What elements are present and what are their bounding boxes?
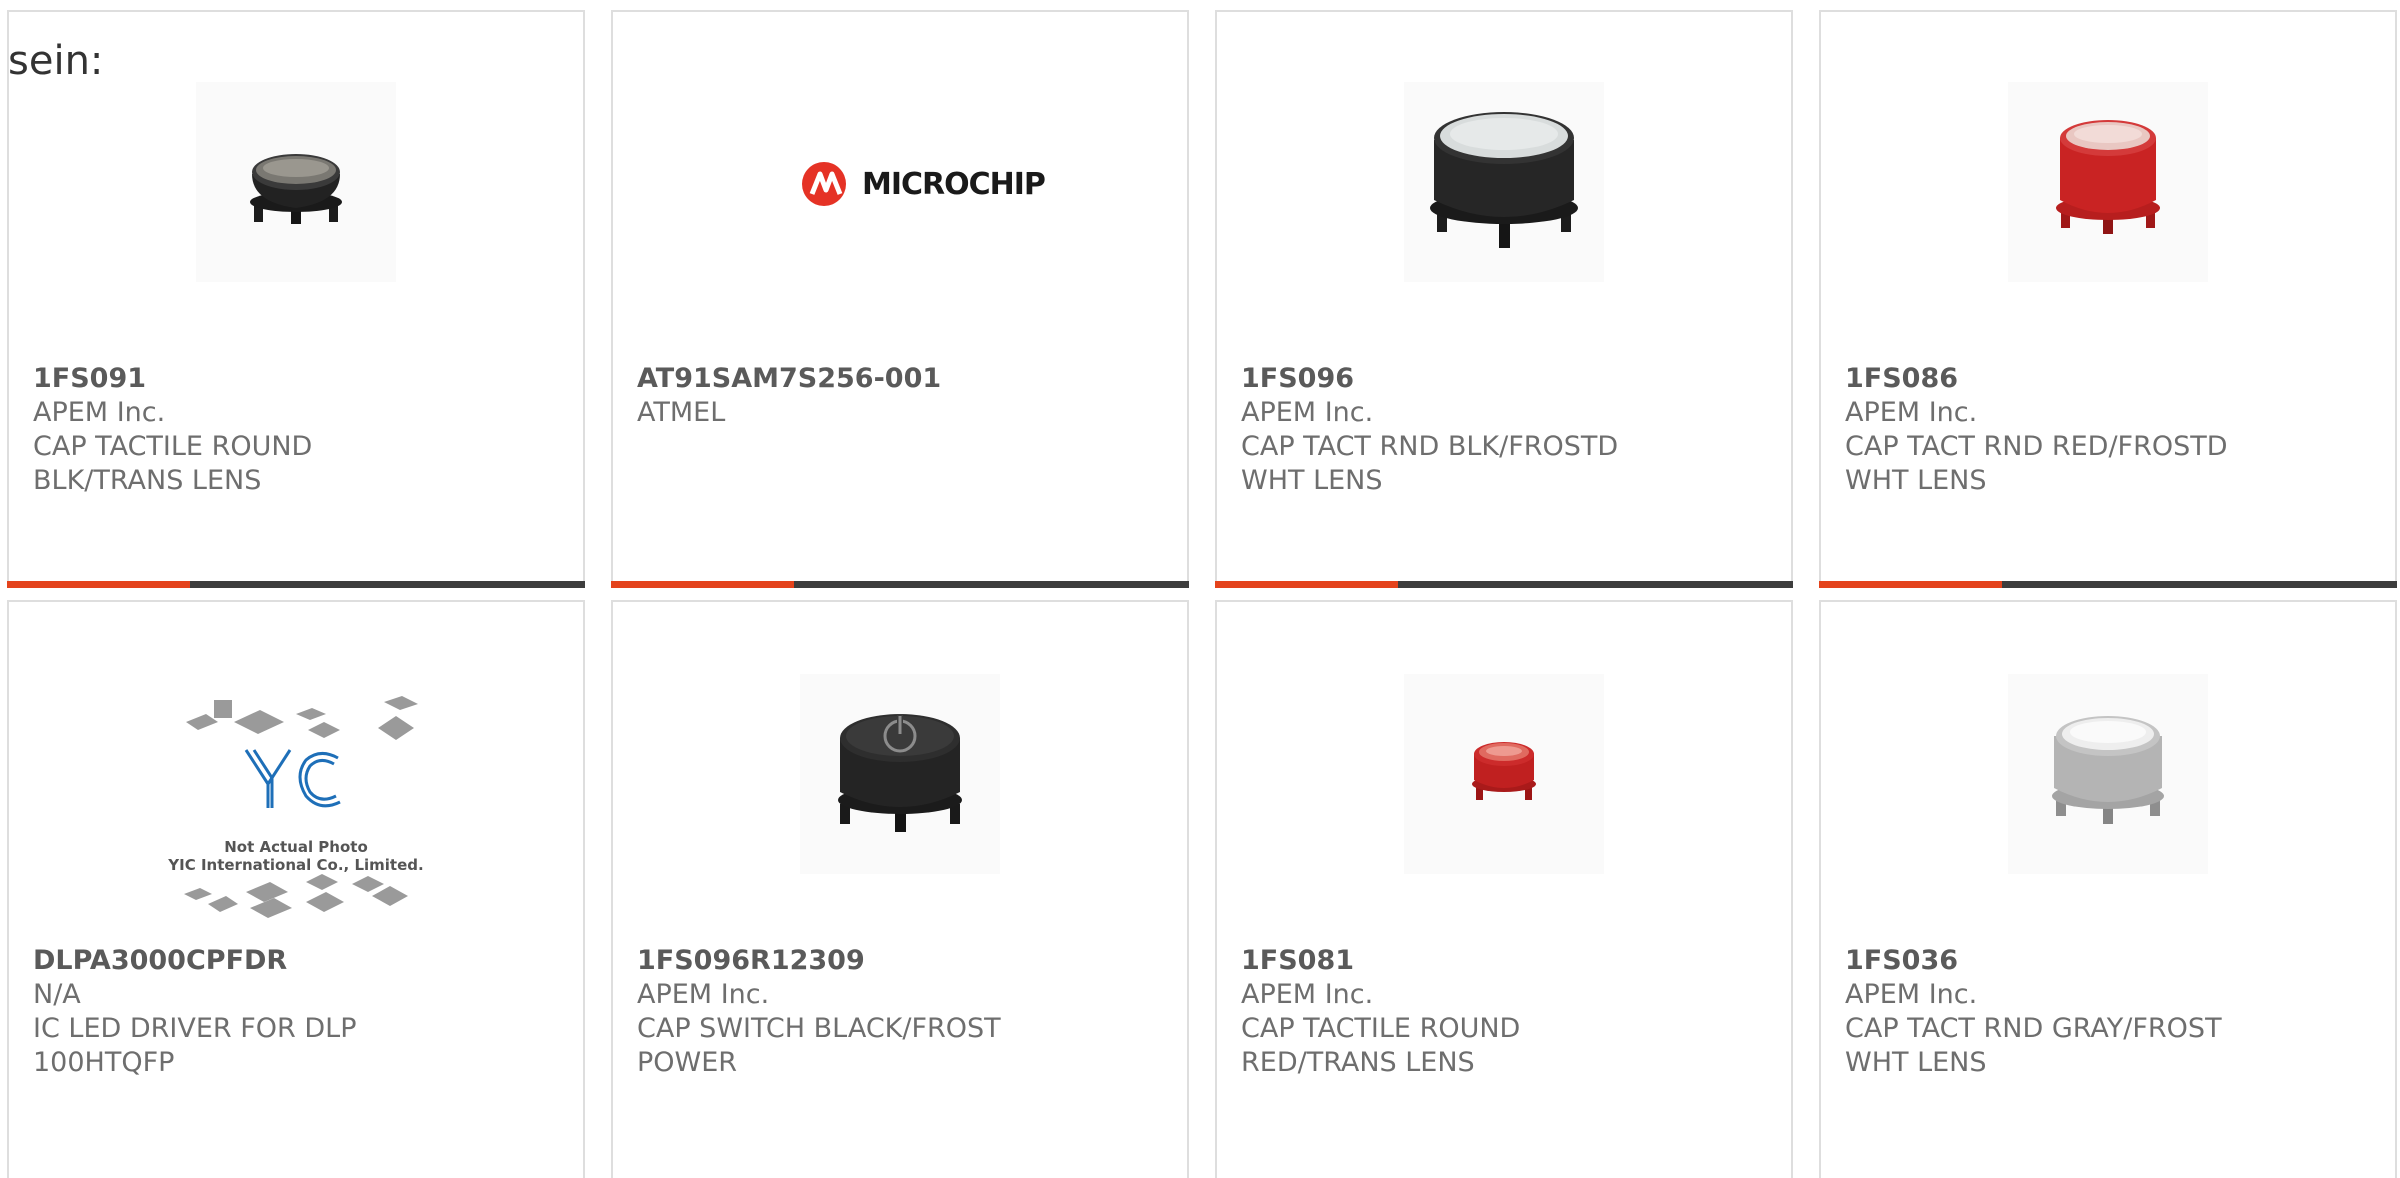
lead-text: sein:: [8, 38, 104, 84]
manufacturer: APEM Inc.: [1241, 979, 1374, 1010]
manufacturer: APEM Inc.: [637, 979, 770, 1010]
red-transparent-cap-icon: [1472, 742, 1536, 800]
part-number-link[interactable]: 1FS096: [1241, 362, 1767, 396]
product-image[interactable]: [196, 82, 396, 282]
card-bar: [1215, 581, 1793, 588]
part-number-link[interactable]: AT91SAM7S256-001: [637, 362, 1163, 396]
card-bar: [7, 581, 585, 588]
card-bar: [1819, 581, 2397, 588]
photo-caption: Not Actual Photo: [224, 838, 368, 856]
product-card[interactable]: 1FS081 APEM Inc. CAP TACTILE ROUND RED/T…: [1215, 600, 1793, 1178]
part-number-link[interactable]: 1FS091: [33, 362, 559, 396]
black-power-cap-icon: [838, 714, 962, 832]
photo-caption-company: YIC International Co., Limited.: [168, 856, 424, 874]
description: CAP TACTILE ROUND RED/TRANS LENS: [1241, 1013, 1521, 1078]
black-transparent-cap-icon: [250, 154, 342, 224]
manufacturer: N/A: [33, 979, 81, 1010]
description: IC LED DRIVER FOR DLP 100HTQFP: [33, 1013, 357, 1078]
microchip-logo-text: MICROCHIP: [862, 167, 1046, 202]
product-card[interactable]: 1FS086 APEM Inc. CAP TACT RND RED/FROSTD…: [1819, 10, 2397, 588]
product-card[interactable]: Not Actual Photo YIC International Co., …: [7, 600, 585, 1178]
product-image[interactable]: [1404, 674, 1604, 874]
manufacturer: APEM Inc.: [1241, 397, 1374, 428]
manufacturer: APEM Inc.: [1845, 979, 1978, 1010]
description: CAP TACT RND GRAY/FROST WHT LENS: [1845, 1013, 2222, 1078]
part-number-link[interactable]: 1FS081: [1241, 944, 1767, 978]
black-white-cap-icon: [1430, 112, 1578, 248]
gray-white-cap-icon: [2052, 716, 2164, 824]
product-card[interactable]: 1FS096R12309 APEM Inc. CAP SWITCH BLACK/…: [611, 600, 1189, 1178]
manufacturer: APEM Inc.: [33, 397, 166, 428]
red-white-cap-icon: [2056, 120, 2160, 234]
product-card[interactable]: 1FS096 APEM Inc. CAP TACT RND BLK/FROSTD…: [1215, 10, 1793, 588]
part-number-link[interactable]: DLPA3000CPFDR: [33, 944, 559, 978]
not-actual-photo-icon: [184, 696, 418, 918]
part-number-link[interactable]: 1FS096R12309: [637, 944, 1163, 978]
part-number-link[interactable]: 1FS036: [1845, 944, 2371, 978]
description: CAP TACT RND BLK/FROSTD WHT LENS: [1241, 431, 1619, 496]
description: CAP TACTILE ROUND BLK/TRANS LENS: [33, 431, 313, 496]
product-card[interactable]: 1FS036 APEM Inc. CAP TACT RND GRAY/FROST…: [1819, 600, 2397, 1178]
product-image[interactable]: MICROCHIP: [800, 82, 1046, 282]
manufacturer: APEM Inc.: [1845, 397, 1978, 428]
product-image[interactable]: [1404, 82, 1604, 282]
manufacturer: ATMEL: [637, 397, 726, 428]
part-number-link[interactable]: 1FS086: [1845, 362, 2371, 396]
description: CAP TACT RND RED/FROSTD WHT LENS: [1845, 431, 2228, 496]
product-image[interactable]: [800, 674, 1000, 874]
card-bar: [611, 581, 1189, 588]
product-image[interactable]: [2008, 674, 2208, 874]
product-card[interactable]: MICROCHIP AT91SAM7S256-001 ATMEL: [611, 10, 1189, 588]
product-image[interactable]: [2008, 82, 2208, 282]
product-image[interactable]: Not Actual Photo YIC International Co., …: [156, 692, 436, 932]
description: CAP SWITCH BLACK/FROST POWER: [637, 1013, 1001, 1078]
product-card[interactable]: 1FS091 APEM Inc. CAP TACTILE ROUND BLK/T…: [7, 10, 585, 588]
